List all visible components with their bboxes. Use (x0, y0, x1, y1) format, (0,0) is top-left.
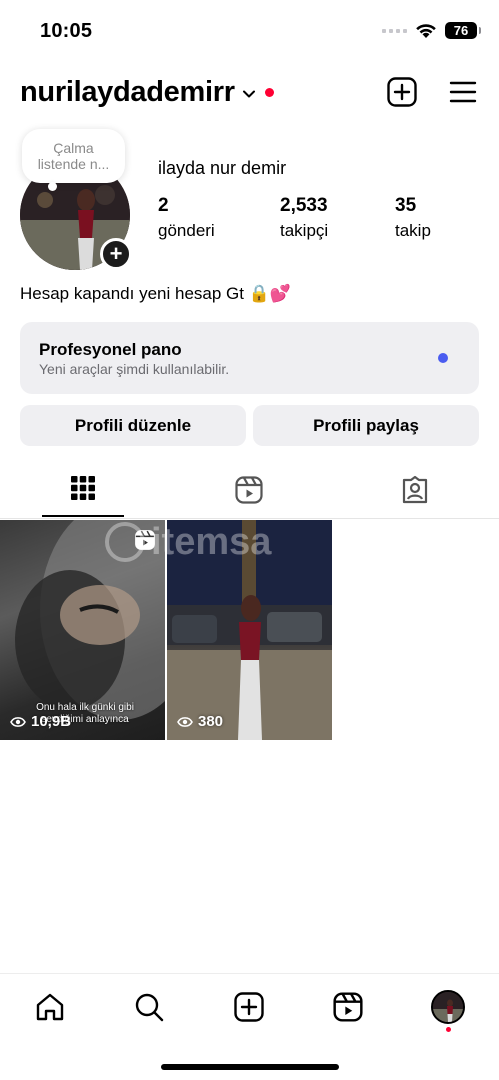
note-bubble-tail (48, 182, 57, 191)
dashboard-title: Profesyonel pano (39, 340, 182, 359)
hamburger-menu-icon (449, 81, 477, 103)
stat-label: takipçi (280, 221, 329, 240)
profile-header: nurilaydademirr (0, 72, 499, 116)
nav-search[interactable] (132, 990, 166, 1024)
full-name: ilayda nur demir (158, 158, 287, 178)
chevron-down-icon (242, 90, 255, 97)
new-indicator-dot (438, 353, 448, 363)
wifi-icon (416, 23, 436, 38)
stat-value: 2,533 (280, 195, 328, 216)
reels-icon (333, 992, 363, 1022)
username: nurilaydademirr (20, 76, 235, 108)
add-square-icon (387, 77, 417, 107)
create-button[interactable] (386, 76, 418, 108)
nav-home[interactable] (33, 990, 67, 1024)
home-icon (36, 993, 64, 1021)
bottom-navigation (0, 973, 499, 1080)
notification-dot (264, 88, 274, 97)
stat-followers[interactable]: 2,533 takipçi (280, 195, 328, 241)
cellular-signal-icon (382, 28, 407, 33)
nav-reels[interactable] (331, 990, 365, 1024)
dashboard-subtitle: Yeni araçlar şimdi kullanılabilir. (39, 361, 230, 377)
reel-badge (134, 529, 156, 556)
add-square-icon (234, 992, 264, 1022)
view-count: 10,9B (31, 713, 72, 730)
home-indicator[interactable] (161, 1064, 339, 1070)
status-time: 10:05 (40, 20, 93, 42)
note-bubble[interactable]: Çalma listende n... (22, 129, 125, 191)
bio: Hesap kapandı yeni hesap Gt 🔒💕 (20, 284, 292, 303)
reels-icon (235, 476, 263, 504)
nav-create[interactable] (232, 990, 266, 1024)
status-bar: 10:05 76 (0, 0, 499, 62)
stat-value: 2 (158, 195, 169, 216)
status-icons: 76 (382, 22, 481, 39)
note-text-line2: listende n... (37, 156, 110, 172)
edit-profile-button[interactable]: Profili düzenle (20, 405, 246, 446)
account-switcher[interactable]: nurilaydademirr (20, 76, 274, 109)
stat-following[interactable]: 35 takip (395, 195, 431, 241)
plus-icon: + (109, 241, 123, 266)
stat-value: 35 (395, 195, 417, 216)
stat-label: gönderi (158, 221, 215, 240)
tab-reels[interactable] (166, 466, 332, 518)
professional-dashboard-card[interactable]: Profesyonel pano Yeni araçlar şimdi kull… (20, 322, 479, 394)
stat-posts[interactable]: 2 gönderi (158, 195, 215, 241)
tab-posts-grid[interactable] (0, 466, 166, 518)
notification-dot (446, 1027, 451, 1032)
stat-label: takip (395, 221, 431, 240)
search-icon (135, 993, 164, 1022)
nav-profile[interactable] (431, 990, 465, 1024)
reels-icon (135, 530, 155, 550)
tagged-person-icon (402, 475, 428, 504)
post-thumbnail[interactable]: Onu hala ilk günki gibi sevdiğimi anlayı… (0, 520, 165, 740)
note-text-line1: Çalma (53, 140, 94, 156)
tab-tagged[interactable] (332, 466, 498, 518)
post-image (167, 520, 332, 740)
eye-icon (10, 716, 26, 727)
view-count: 380 (198, 713, 224, 730)
active-tab-indicator (42, 515, 124, 517)
post-views: 10,9B (10, 713, 71, 730)
post-views: 380 (177, 713, 223, 730)
battery-icon: 76 (445, 22, 481, 39)
add-story-button[interactable]: + (100, 238, 132, 270)
profile-tabs (0, 466, 499, 519)
eye-icon (177, 716, 193, 727)
profile-avatar-icon (431, 990, 465, 1024)
menu-button[interactable] (447, 76, 479, 108)
grid-icon (71, 476, 95, 500)
post-thumbnail[interactable]: 380 (167, 520, 332, 740)
share-profile-button[interactable]: Profili paylaş (253, 405, 479, 446)
